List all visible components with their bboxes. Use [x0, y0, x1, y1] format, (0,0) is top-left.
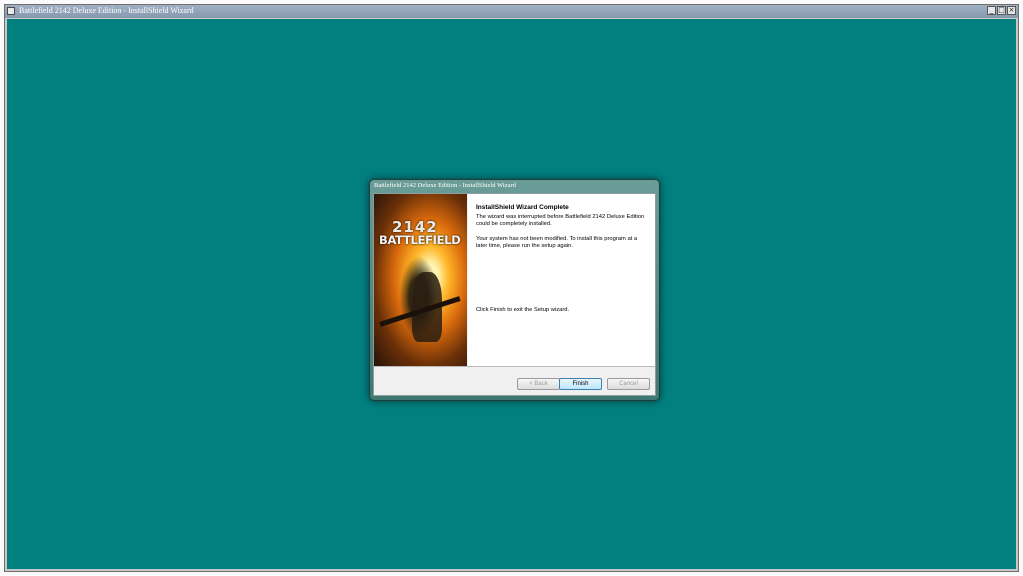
cancel-button[interactable]: Cancel — [607, 378, 650, 390]
dialog-content: InstallShield Wizard Complete The wizard… — [468, 194, 655, 366]
interrupted-message: The wizard was interrupted before Battle… — [476, 214, 645, 227]
maximize-button[interactable]: □ — [997, 6, 1006, 15]
logo-text: BATTLEFIELD — [379, 233, 461, 247]
close-button[interactable]: × — [1007, 6, 1016, 15]
finish-instruction: Click Finish to exit the Setup wizard. — [476, 307, 570, 313]
dialog-client: 2142 BATTLEFIELD InstallShield Wizard Co… — [373, 193, 656, 396]
back-button[interactable]: < Back — [517, 378, 560, 390]
dialog-title: Battlefield 2142 Deluxe Edition - Instal… — [374, 182, 516, 189]
not-modified-message: Your system has not been modified. To in… — [476, 236, 638, 249]
outer-window: Battlefield 2142 Deluxe Edition - Instal… — [4, 4, 1019, 572]
battlefield-banner-image: 2142 BATTLEFIELD — [374, 194, 467, 366]
minimize-button[interactable]: _ — [987, 6, 996, 15]
outer-window-title: Battlefield 2142 Deluxe Edition - Instal… — [19, 6, 194, 15]
finish-button[interactable]: Finish — [559, 378, 602, 390]
wizard-heading: InstallShield Wizard Complete — [476, 204, 569, 211]
wizard-background: Battlefield 2142 Deluxe Edition - Instal… — [7, 19, 1016, 569]
outer-titlebar[interactable]: Battlefield 2142 Deluxe Edition - Instal… — [5, 5, 1018, 18]
button-bar: < Back Finish Cancel — [374, 366, 655, 395]
installshield-dialog: Battlefield 2142 Deluxe Edition - Instal… — [369, 179, 660, 401]
app-icon[interactable] — [7, 7, 15, 15]
window-controls: _ □ × — [987, 6, 1016, 15]
